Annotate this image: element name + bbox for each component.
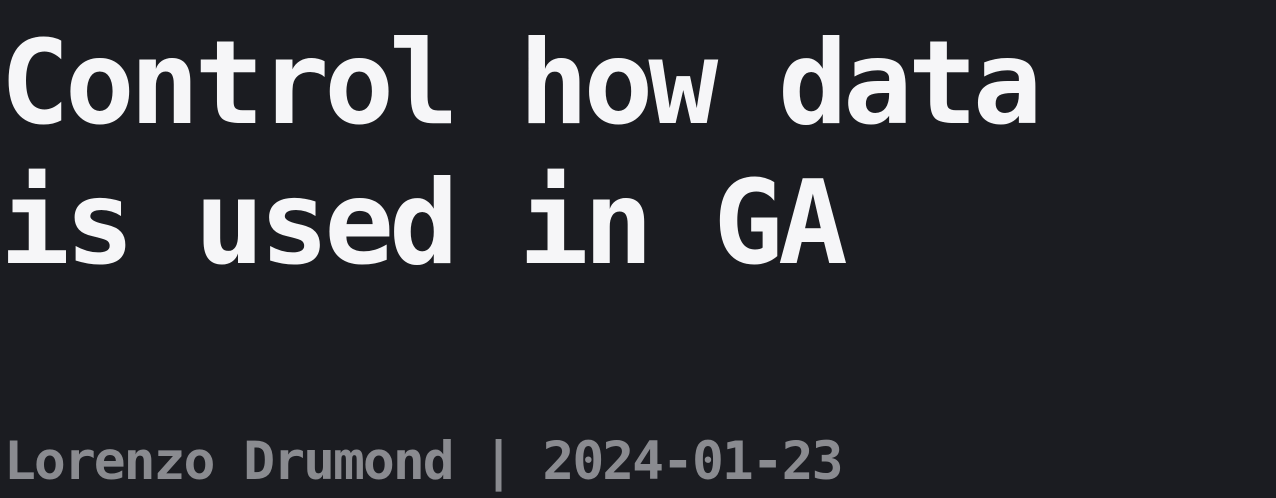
page-title-line-1: Control how data <box>0 16 1042 151</box>
page-title-line-2: is used in GA <box>0 156 848 291</box>
publish-date: 2024-01-23 <box>542 431 843 492</box>
title-card: Control how data is used in GA Lorenzo D… <box>0 0 1276 498</box>
byline: Lorenzo Drumond | 2024-01-23 <box>4 430 844 494</box>
byline-separator: | <box>482 431 515 492</box>
page-title: Control how data is used in GA <box>0 14 1276 294</box>
author-name: Lorenzo Drumond <box>4 431 455 492</box>
